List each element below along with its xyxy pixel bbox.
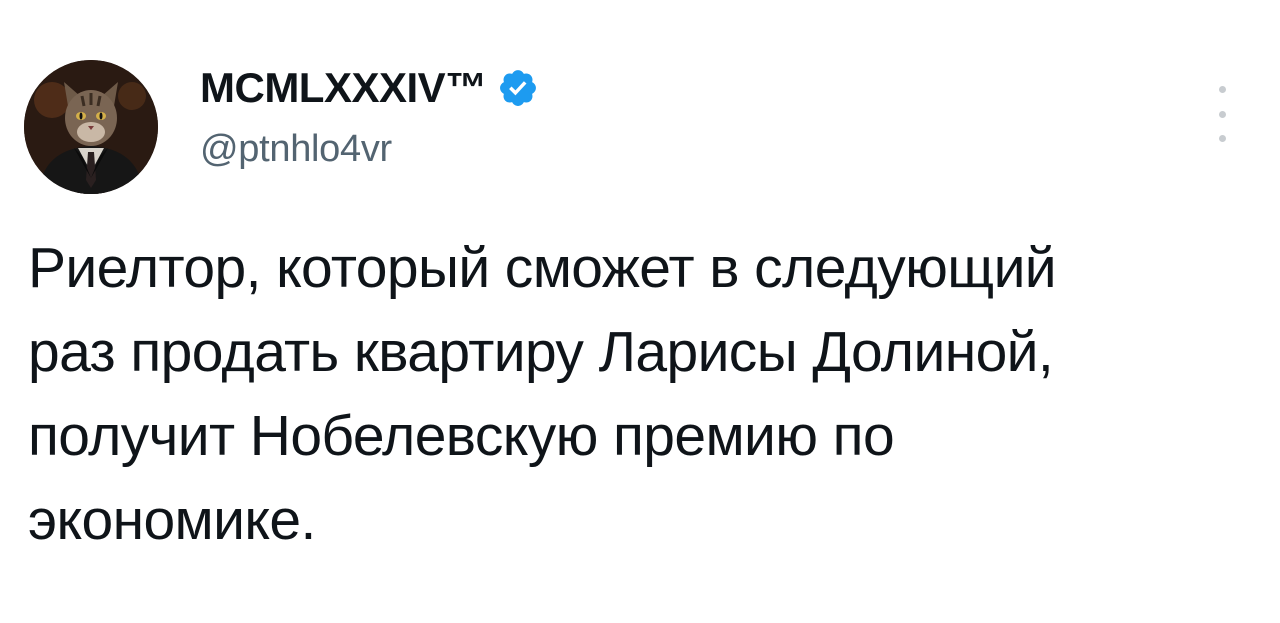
more-dots-vertical-icon[interactable] — [1206, 86, 1238, 142]
tweet-text-line: раз продать квартиру Ларисы Долиной, — [28, 320, 1054, 384]
tweet-text-line: Риелтор, который сможет в следующий — [28, 236, 1057, 300]
author-display-name[interactable]: MCMLXXXIV™ — [200, 64, 487, 112]
tweet-text-line: получит Нобелевскую премию по — [28, 404, 895, 468]
more-dot — [1218, 135, 1226, 142]
author-handle[interactable]: @ptnhlo4vr — [200, 128, 392, 171]
author-name-row: MCMLXXXIV™ — [200, 62, 539, 114]
avatar[interactable] — [24, 60, 158, 194]
tweet-text: Риелтор, который сможет в следующий раз … — [28, 226, 1258, 562]
verified-badge-icon — [497, 67, 539, 109]
tweet-card: MCMLXXXIV™ @ptnhlo4vr Риелтор, который с… — [0, 0, 1280, 623]
tweet-text-line: экономике. — [28, 488, 316, 552]
cat-in-suit-avatar-image — [24, 60, 158, 194]
more-dot — [1218, 110, 1226, 118]
more-dot — [1218, 86, 1226, 93]
